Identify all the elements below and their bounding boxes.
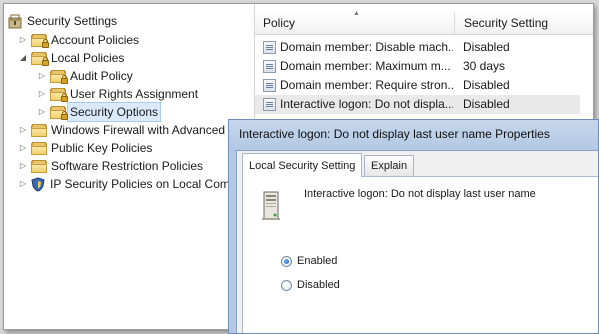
folder-icon xyxy=(31,159,47,173)
tree-item-label: Windows Firewall with Advanced xyxy=(51,123,226,137)
tree-item-label: Account Policies xyxy=(51,33,140,47)
list-header: ▲ Policy Security Setting xyxy=(255,10,593,35)
table-row-selected[interactable]: Interactive logon: Do not displa... Disa… xyxy=(255,95,580,114)
sort-ascending-icon: ▲ xyxy=(353,10,360,17)
expand-arrow-icon[interactable]: ▷ xyxy=(37,67,47,85)
tree-item-local-policies[interactable]: ◢ Local Policies xyxy=(18,49,124,67)
table-row[interactable]: Domain member: Maximum m... 30 days xyxy=(255,57,580,76)
expand-arrow-icon[interactable]: ▷ xyxy=(18,175,28,193)
locked-folder-icon xyxy=(50,87,68,102)
console-tree: Security Settings ▷ Account Policies ◢ L… xyxy=(4,4,255,329)
expand-arrow-icon[interactable]: ▷ xyxy=(37,103,47,121)
policy-icon xyxy=(263,60,276,73)
tab-local-security-setting[interactable]: Local Security Setting xyxy=(242,153,363,177)
dialog-title: Interactive logon: Do not display last u… xyxy=(239,127,550,141)
tree-item-security-options[interactable]: ▷ Security Options xyxy=(37,102,162,122)
tree-item-account-policies[interactable]: ▷ Account Policies xyxy=(18,31,139,49)
tree-item-ip-security-policies[interactable]: ▷ IP Security Policies on Local Com xyxy=(18,175,230,193)
tree-item-label: Public Key Policies xyxy=(51,141,153,155)
properties-dialog: Interactive logon: Do not display last u… xyxy=(228,119,599,334)
enabled-radio[interactable] xyxy=(281,255,292,267)
policy-name: Domain member: Disable mach... xyxy=(280,40,453,54)
tab-explain[interactable]: Explain xyxy=(364,155,415,176)
tree-item-label: User Rights Assignment xyxy=(70,87,199,101)
radio-label: Enabled xyxy=(297,255,338,267)
expand-arrow-icon[interactable]: ▷ xyxy=(18,31,28,49)
tab-panel: Interactive logon: Do not display last u… xyxy=(242,176,598,333)
policy-name: Domain member: Maximum m... xyxy=(280,59,451,73)
locked-folder-icon xyxy=(31,51,49,66)
security-setting-value: Disabled xyxy=(463,40,510,54)
tree-item-label: Security Options xyxy=(67,102,162,122)
collapse-arrow-icon[interactable]: ◢ xyxy=(18,49,28,67)
security-setting-value: Disabled xyxy=(463,97,510,111)
policy-icon xyxy=(263,98,276,111)
tree-item-audit-policy[interactable]: ▷ Audit Policy xyxy=(37,67,133,85)
folder-icon xyxy=(31,123,47,137)
tree-item-label: Security Settings xyxy=(27,14,118,28)
tree-item-label: Software Restriction Policies xyxy=(51,159,204,173)
column-header-security-setting[interactable]: Security Setting xyxy=(456,12,593,34)
security-setting-value: 30 days xyxy=(463,59,506,73)
policy-name: Domain member: Require stron... xyxy=(280,78,453,92)
tree-item-software-restriction-policies[interactable]: ▷ Software Restriction Policies xyxy=(18,157,203,175)
policy-name: Interactive logon: Do not display last u… xyxy=(304,188,536,200)
server-icon xyxy=(261,191,281,221)
security-setting-value: Disabled xyxy=(463,78,510,92)
tree-item-windows-firewall[interactable]: ▷ Windows Firewall with Advanced xyxy=(18,121,225,139)
security-settings-icon xyxy=(8,14,22,29)
locked-folder-icon xyxy=(31,33,49,48)
tree-item-label: IP Security Policies on Local Com xyxy=(50,177,230,191)
column-header-label: Policy xyxy=(263,16,296,30)
radio-label: Disabled xyxy=(297,279,340,291)
disabled-option[interactable]: Disabled xyxy=(281,279,340,291)
column-header-policy[interactable]: ▲ Policy xyxy=(255,10,455,34)
shield-icon xyxy=(31,176,45,192)
tree-item-public-key-policies[interactable]: ▷ Public Key Policies xyxy=(18,139,152,157)
table-row[interactable]: Domain member: Require stron... Disabled xyxy=(255,76,580,95)
expand-arrow-icon[interactable]: ▷ xyxy=(18,157,28,175)
dialog-body: Local Security Setting Explain Interacti… xyxy=(236,150,598,333)
tree-item-label: Audit Policy xyxy=(70,69,133,83)
locked-folder-icon xyxy=(50,105,68,120)
policy-icon xyxy=(263,41,276,54)
expand-arrow-icon[interactable]: ▷ xyxy=(18,121,28,139)
column-header-label: Security Setting xyxy=(464,16,549,30)
locked-folder-icon xyxy=(50,69,68,84)
expand-arrow-icon[interactable]: ▷ xyxy=(18,139,28,157)
tree-item-security-settings[interactable]: Security Settings xyxy=(8,12,117,30)
disabled-radio[interactable] xyxy=(281,279,292,291)
table-row[interactable]: Domain member: Disable mach... Disabled xyxy=(255,38,580,57)
tree-item-user-rights-assignment[interactable]: ▷ User Rights Assignment xyxy=(37,85,198,103)
policy-icon xyxy=(263,79,276,92)
policy-name: Interactive logon: Do not displa... xyxy=(280,97,453,111)
tree-item-label: Local Policies xyxy=(51,51,125,65)
folder-icon xyxy=(31,141,47,155)
enabled-option[interactable]: Enabled xyxy=(281,255,337,267)
expand-arrow-icon[interactable]: ▷ xyxy=(37,85,47,103)
